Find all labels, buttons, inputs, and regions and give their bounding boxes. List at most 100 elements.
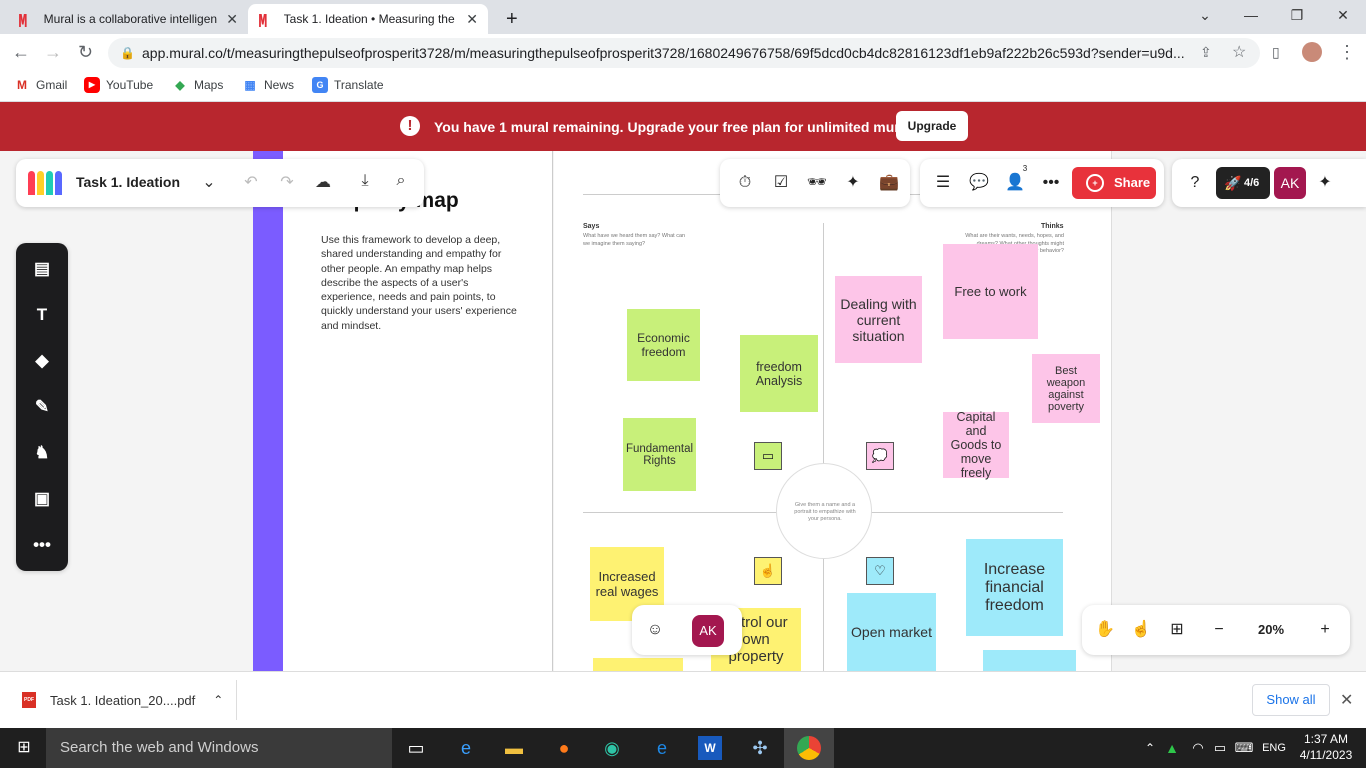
mural-logo-icon[interactable] [28, 171, 62, 197]
tab-search-icon[interactable]: ⌄ [1182, 0, 1228, 30]
empathy-map-board[interactable]: Says What have we heard them say? What c… [554, 151, 1112, 671]
show-all-button[interactable]: Show all [1252, 684, 1330, 716]
map-view-icon[interactable]: ⊞ [1166, 619, 1188, 641]
onboarding-progress-button[interactable]: 🚀 4/6 [1216, 167, 1270, 199]
ai-sparkle-icon[interactable]: ✦ [1314, 172, 1336, 194]
file-explorer-icon[interactable]: ▬ [502, 736, 526, 760]
tab-task-ideation[interactable]: |\/| Task 1. Ideation • Measuring the ✕ [248, 4, 488, 34]
zoom-level[interactable]: 20% [1258, 622, 1284, 637]
cloud-saved-icon[interactable]: ☁ [312, 172, 334, 192]
language-indicator[interactable]: ENG [1262, 736, 1286, 760]
edge-icon[interactable]: ◉ [600, 736, 624, 760]
shapes-tool-icon[interactable]: ◆ [30, 349, 54, 373]
help-icon[interactable]: ? [1184, 172, 1206, 194]
collaborator-avatar[interactable]: AK [692, 615, 724, 647]
text-tool-icon[interactable]: T [30, 303, 54, 327]
side-panel-icon[interactable]: ▯ [1272, 44, 1280, 61]
bookmark-translate[interactable]: G Translate [312, 77, 384, 93]
word-icon[interactable]: W [698, 736, 722, 760]
participants-icon[interactable]: 👤 [1004, 172, 1026, 194]
chrome-menu-icon[interactable]: ⋮ [1338, 42, 1356, 63]
download-icon[interactable]: ⤓ [354, 172, 376, 190]
share-button[interactable]: + Share [1072, 167, 1156, 199]
bookmark-star-icon[interactable]: ☆ [1232, 42, 1246, 62]
wifi-icon[interactable]: ◠ [1186, 736, 1210, 760]
bookmark-maps[interactable]: ◆ Maps [172, 77, 223, 93]
sticky-fundamental-rights[interactable]: Fundamental Rights [623, 418, 696, 491]
sticky-free-to-work[interactable]: Free to work [943, 244, 1038, 339]
timer-icon[interactable]: ⏱ [734, 172, 756, 194]
chat-bubble-sticker-icon[interactable]: ▭ [754, 442, 782, 470]
zoom-out-icon[interactable]: − [1208, 619, 1230, 641]
new-tab-button[interactable]: + [496, 4, 522, 34]
sticky-partial-yellow[interactable] [593, 658, 683, 671]
comments-icon[interactable]: 💬 [968, 172, 990, 194]
laser-pointer-icon[interactable]: ✦ [842, 172, 864, 194]
firefox-icon[interactable]: ● [552, 736, 576, 760]
toolkit-icon[interactable]: 💼 [878, 172, 900, 194]
task-view-icon[interactable]: ▭ [404, 736, 428, 760]
chevron-down-icon[interactable]: ⌄ [198, 172, 220, 192]
outline-icon[interactable]: ☰ [932, 172, 954, 194]
redo-icon[interactable]: ↷ [276, 172, 298, 192]
more-tools-icon[interactable]: ••• [30, 533, 54, 557]
battery-icon[interactable]: ▭ [1208, 736, 1232, 760]
sticky-open-market[interactable]: Open market [847, 593, 936, 671]
upgrade-button[interactable]: Upgrade [896, 111, 968, 141]
mural-title[interactable]: Task 1. Ideation [76, 174, 180, 190]
download-item[interactable]: PDF Task 1. Ideation_20....pdf ⌃ [22, 692, 223, 708]
taskbar-search[interactable]: Search the web and Windows [46, 728, 392, 768]
bookmark-youtube[interactable]: ▶ YouTube [84, 77, 153, 93]
close-window-button[interactable]: ✕ [1320, 0, 1366, 30]
tray-app-icon[interactable]: ▲ [1160, 736, 1184, 760]
tab-mural-home[interactable]: |\/| Mural is a collaborative intelligen… [8, 4, 248, 34]
persona-circle[interactable]: Give them a name and a portrait to empat… [776, 463, 872, 559]
profile-avatar[interactable] [1302, 42, 1322, 62]
search-icon[interactable]: ⌕ [390, 172, 412, 190]
sticky-best-weapon[interactable]: Best weapon against poverty [1032, 354, 1100, 423]
sticky-note-tool-icon[interactable]: ▤ [30, 257, 54, 281]
undo-icon[interactable]: ↶ [240, 172, 262, 192]
zoom-in-icon[interactable]: + [1314, 619, 1336, 641]
thought-bubble-sticker-icon[interactable]: 💭 [866, 442, 894, 470]
emoji-icon[interactable]: ☺ [644, 619, 666, 641]
voting-icon[interactable]: ☑ [770, 172, 792, 194]
share-page-icon[interactable]: ⇪ [1200, 44, 1212, 61]
more-options-icon[interactable]: ••• [1040, 172, 1062, 194]
touch-mode-icon[interactable]: ☝ [1130, 619, 1152, 641]
bookmark-gmail[interactable]: M Gmail [14, 77, 67, 93]
sticky-economic-freedom[interactable]: Economic freedom [627, 309, 700, 381]
address-bar[interactable]: 🔒 app.mural.co/t/measuringthepulseofpros… [108, 38, 1260, 68]
heart-sticker-icon[interactable]: ♡ [866, 557, 894, 585]
snipping-tool-icon[interactable]: ✣ [748, 736, 772, 760]
windows-start-icon[interactable]: ⊞ [12, 736, 36, 760]
close-shelf-icon[interactable]: ✕ [1340, 690, 1353, 710]
sticky-financial-freedom[interactable]: Increase financial freedom [966, 539, 1063, 636]
clock[interactable]: 1:37 AM 4/11/2023 [1296, 731, 1356, 763]
close-tab-icon[interactable]: ✕ [226, 11, 238, 28]
sticky-freedom-analysis[interactable]: freedom Analysis [740, 335, 818, 412]
sticky-partial-blue[interactable] [983, 650, 1076, 671]
restore-button[interactable]: ❐ [1274, 0, 1320, 30]
sticky-dealing-current[interactable]: Dealing with current situation [835, 276, 922, 363]
back-icon[interactable]: ← [12, 42, 30, 63]
close-tab-icon[interactable]: ✕ [466, 11, 478, 28]
chevron-up-icon[interactable]: ⌃ [213, 693, 223, 707]
draw-tool-icon[interactable]: ✎ [30, 395, 54, 419]
edge-legacy-icon[interactable]: e [650, 736, 674, 760]
bookmark-news[interactable]: ▦ News [242, 77, 294, 93]
minimize-button[interactable]: — [1228, 0, 1274, 30]
tray-chevron-icon[interactable]: ⌃ [1138, 736, 1162, 760]
keyboard-icon[interactable]: ⌨ [1232, 736, 1256, 760]
hand-pointer-sticker-icon[interactable]: ☝ [754, 557, 782, 585]
forward-icon[interactable]: → [44, 42, 62, 63]
mural-canvas[interactable]: Empathy map Use this framework to develo… [0, 151, 1366, 671]
reload-icon[interactable]: ↻ [78, 42, 93, 63]
hand-tool-icon[interactable]: ✋ [1094, 619, 1116, 641]
private-mode-icon[interactable]: 🕶 [806, 172, 828, 194]
sticky-capital-goods[interactable]: Capital and Goods to move freely [943, 410, 1009, 480]
user-avatar[interactable]: AK [1274, 167, 1306, 199]
ie-icon[interactable]: e [454, 736, 478, 760]
llama-icon[interactable]: ♞ [30, 441, 54, 465]
image-tool-icon[interactable]: ▣ [30, 487, 54, 511]
